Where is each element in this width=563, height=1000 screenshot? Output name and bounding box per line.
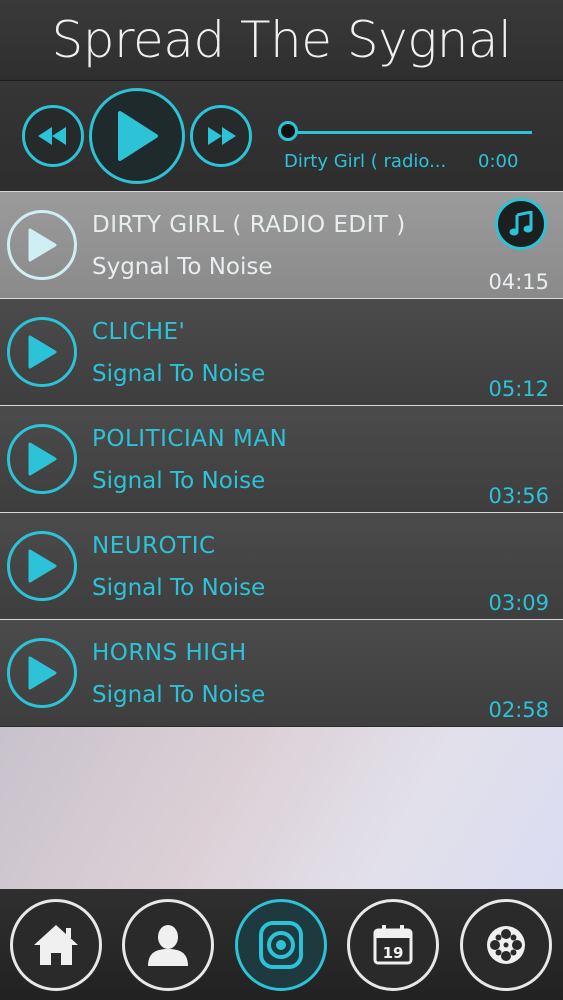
tab-events[interactable]: 19 bbox=[347, 899, 439, 991]
empty-area bbox=[0, 727, 563, 889]
track-duration: 03:09 bbox=[488, 591, 549, 615]
track-artist: Signal To Noise bbox=[92, 361, 266, 387]
app-header: Spread The Sygnal bbox=[0, 0, 563, 81]
table-row[interactable]: HORNS HIGH Signal To Noise 02:58 bbox=[0, 619, 563, 726]
player-bar: Dirty Girl ( radio... 0:00 bbox=[0, 81, 563, 191]
track-title: CLICHE' bbox=[92, 319, 186, 345]
row-play-button[interactable] bbox=[7, 531, 77, 601]
row-play-button[interactable] bbox=[7, 210, 77, 280]
app-title: Spread The Sygnal bbox=[51, 11, 512, 69]
track-duration: 03:56 bbox=[488, 484, 549, 508]
track-duration: 04:15 bbox=[488, 270, 549, 294]
user-icon bbox=[148, 925, 188, 966]
music-note-icon bbox=[509, 211, 533, 236]
track-title: DIRTY GIRL ( RADIO EDIT ) bbox=[92, 212, 406, 238]
track-duration: 05:12 bbox=[488, 377, 549, 401]
row-play-button[interactable] bbox=[7, 317, 77, 387]
row-play-button[interactable] bbox=[7, 638, 77, 708]
calendar-icon: 19 bbox=[373, 925, 413, 965]
tab-profile[interactable] bbox=[122, 899, 214, 991]
play-icon bbox=[28, 335, 57, 369]
track-list: DIRTY GIRL ( RADIO EDIT ) Sygnal To Nois… bbox=[0, 191, 563, 726]
progress-track[interactable] bbox=[290, 131, 532, 134]
track-artist: Signal To Noise bbox=[92, 682, 266, 708]
play-icon bbox=[28, 549, 57, 583]
now-playing-time: 0:00 bbox=[478, 151, 519, 172]
track-duration: 02:58 bbox=[488, 698, 549, 722]
fast-forward-icon bbox=[208, 127, 236, 145]
track-title: HORNS HIGH bbox=[92, 640, 247, 666]
speaker-icon bbox=[259, 921, 303, 969]
play-icon bbox=[28, 442, 57, 476]
tab-videos[interactable] bbox=[460, 899, 552, 991]
play-button[interactable] bbox=[89, 88, 185, 184]
rewind-button[interactable] bbox=[22, 105, 84, 167]
table-row[interactable]: DIRTY GIRL ( RADIO EDIT ) Sygnal To Nois… bbox=[0, 191, 563, 298]
now-playing-badge bbox=[495, 198, 547, 250]
tab-home[interactable] bbox=[10, 899, 102, 991]
tab-music[interactable] bbox=[235, 899, 327, 991]
track-title: NEUROTIC bbox=[92, 533, 216, 559]
home-icon bbox=[34, 925, 78, 965]
now-playing-title: Dirty Girl ( radio... bbox=[284, 151, 447, 172]
film-reel-icon bbox=[487, 926, 525, 964]
fast-forward-button[interactable] bbox=[190, 105, 252, 167]
row-play-button[interactable] bbox=[7, 424, 77, 494]
track-artist: Sygnal To Noise bbox=[92, 254, 273, 280]
table-row[interactable]: NEUROTIC Signal To Noise 03:09 bbox=[0, 512, 563, 619]
play-icon bbox=[118, 111, 158, 161]
progress-knob[interactable] bbox=[278, 121, 298, 141]
track-artist: Signal To Noise bbox=[92, 575, 266, 601]
calendar-day-text: 19 bbox=[383, 944, 404, 962]
track-title: POLITICIAN MAN bbox=[92, 426, 288, 452]
table-row[interactable]: CLICHE' Signal To Noise 05:12 bbox=[0, 298, 563, 405]
track-artist: Signal To Noise bbox=[92, 468, 266, 494]
play-icon bbox=[28, 228, 57, 262]
tab-bar: 19 bbox=[0, 889, 563, 1000]
rewind-icon bbox=[38, 127, 66, 145]
table-row[interactable]: POLITICIAN MAN Signal To Noise 03:56 bbox=[0, 405, 563, 512]
play-icon bbox=[28, 656, 57, 690]
